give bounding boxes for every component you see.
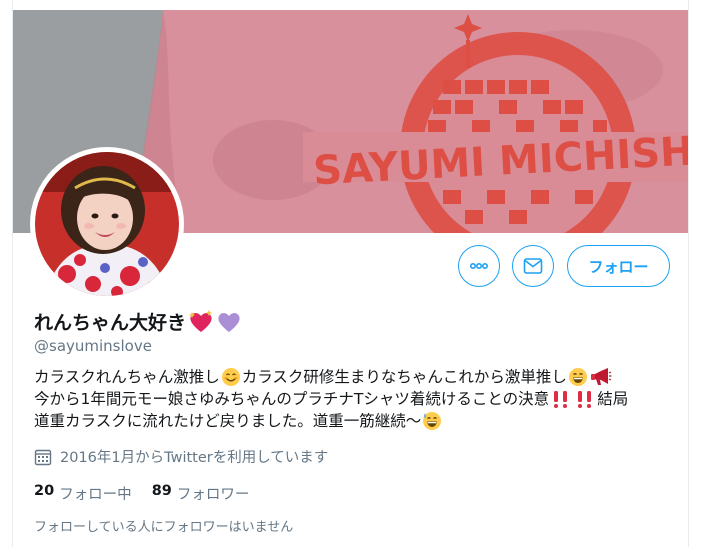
more-button[interactable] bbox=[458, 245, 500, 287]
following-link[interactable]: 20 フォロー中 bbox=[34, 483, 132, 504]
profile-handle: @sayuminslove bbox=[34, 337, 152, 355]
calendar-icon bbox=[34, 449, 52, 465]
following-count: 20 bbox=[34, 483, 55, 499]
grinning-face-icon bbox=[568, 368, 587, 386]
bio-line: 道重カラスクに流れたけど戻りました。道重一筋継続～ bbox=[34, 410, 674, 432]
bio-text: カラスク研修生まりなちゃんこれから激単推し bbox=[241, 368, 567, 386]
bio-line: 今から1年間元モー娘さゆみちゃんのプラチナTシャツ着続けることの決意 結局 bbox=[34, 388, 674, 410]
avatar-image bbox=[35, 152, 179, 296]
follow-button[interactable]: フォロー bbox=[567, 245, 670, 287]
joined-date: 2016年1月からTwitterを利用しています bbox=[34, 446, 328, 467]
smiling-face-icon bbox=[221, 368, 240, 386]
envelope-icon bbox=[523, 258, 543, 274]
profile-avatar[interactable] bbox=[30, 147, 184, 301]
sparkling-heart-icon bbox=[189, 309, 213, 332]
followers-label: フォロワー bbox=[176, 487, 250, 503]
profile-name: れんちゃん大好き bbox=[34, 308, 242, 335]
bio-line: カラスクれんちゃん激推し カラスク研修生まりなちゃんこれから激単推し bbox=[34, 366, 674, 388]
joined-text: 2016年1月からTwitterを利用しています bbox=[60, 450, 329, 466]
profile-bio: カラスクれんちゃん激推し カラスク研修生まりなちゃんこれから激単推し 今から1年… bbox=[34, 366, 674, 432]
follow-counts: 20 フォロー中 89 フォロワー bbox=[34, 483, 269, 504]
profile-card: SAYUMI MICHISH フォロー れんちゃん大好き @sayuminslo… bbox=[12, 0, 689, 547]
following-label: フォロー中 bbox=[59, 487, 132, 503]
followers-count: 89 bbox=[151, 483, 172, 499]
purple-heart-icon bbox=[218, 312, 240, 332]
bio-text: 今から1年間元モー娘さゆみちゃんのプラチナTシャツ着続けることの決意 bbox=[34, 390, 550, 408]
message-button[interactable] bbox=[512, 245, 554, 287]
megaphone-icon bbox=[590, 368, 612, 385]
double-exclamation-icon bbox=[578, 391, 592, 408]
known-followers-note: フォローしている人にフォロワーはいません bbox=[34, 520, 294, 535]
bio-text: 結局 bbox=[597, 390, 629, 408]
more-icon bbox=[469, 263, 489, 270]
double-exclamation-icon bbox=[554, 391, 568, 408]
grinning-sweat-icon bbox=[423, 412, 442, 430]
bio-text: カラスクれんちゃん激推し bbox=[34, 368, 220, 386]
followers-link[interactable]: 89 フォロワー bbox=[152, 483, 250, 504]
display-name: れんちゃん大好き bbox=[34, 312, 187, 334]
bio-text: 道重カラスクに流れたけど戻りました。道重一筋継続～ bbox=[34, 412, 422, 430]
